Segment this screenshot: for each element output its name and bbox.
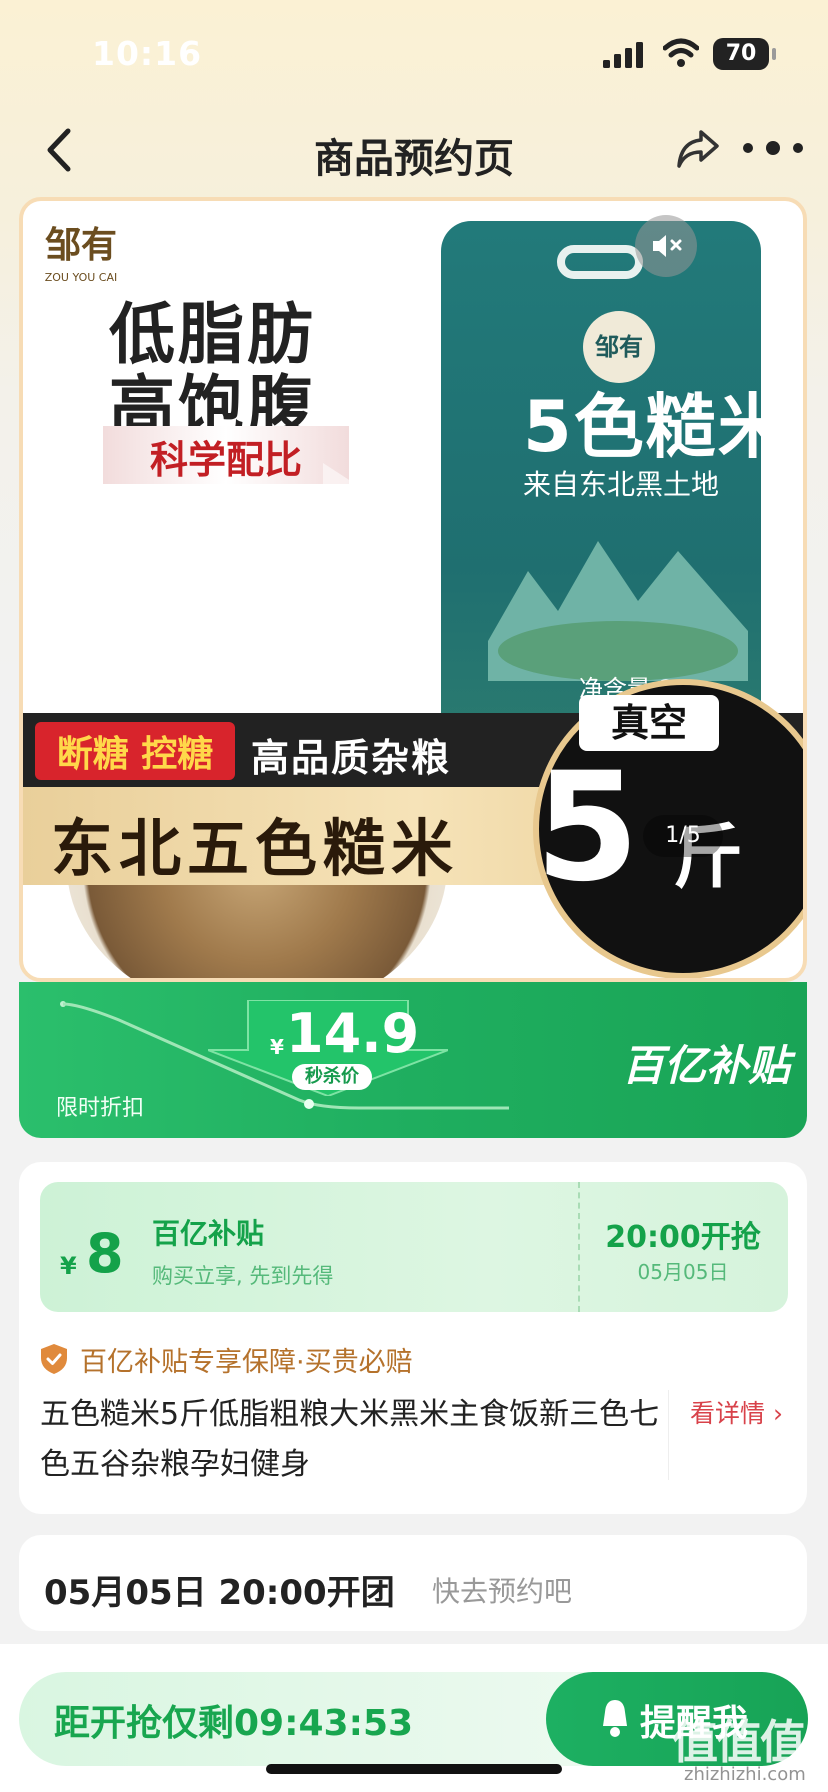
bell-icon xyxy=(603,1700,627,1737)
coupon-currency: ¥ xyxy=(60,1252,77,1280)
wifi-icon xyxy=(663,38,699,67)
coupon-start-time: 20:00开抢 xyxy=(605,1220,761,1255)
coupon-title: 百亿补贴 xyxy=(152,1217,265,1250)
countdown-text: 距开抢仅剩09:43:53 xyxy=(54,1703,414,1744)
battery-nub xyxy=(772,48,776,60)
bag-handle xyxy=(557,245,643,279)
brand-name: 邹有 xyxy=(44,225,117,266)
mountain-illustration xyxy=(488,541,748,681)
coupon-date: 05月05日 xyxy=(637,1260,729,1284)
mute-icon[interactable] xyxy=(635,215,697,277)
title-divider xyxy=(668,1390,669,1480)
status-time: 10:16 xyxy=(92,34,203,73)
weight-number: 5 xyxy=(535,741,640,915)
product-title: 五色糙米5斤低脂粗粮大米黑米主食饭新三色七色五谷杂粮孕妇健身 xyxy=(40,1397,660,1482)
bag-title: 5色糙米 xyxy=(523,386,790,468)
share-icon[interactable] xyxy=(675,126,721,172)
limited-discount-label: 限时折扣 xyxy=(56,1096,145,1121)
reserve-hint: 快去预约吧 xyxy=(432,1575,573,1608)
play-video-icon[interactable] xyxy=(323,463,397,559)
bag-subtitle: 来自东北黑土地 xyxy=(523,468,720,501)
guarantee-text: 百亿补贴专享保障·买贵必赔 xyxy=(80,1347,413,1378)
quality-grain-text: 高品质杂粮 xyxy=(251,736,452,780)
more-options-icon[interactable] xyxy=(740,133,806,163)
shield-check-icon xyxy=(41,1344,67,1374)
product-image-carousel[interactable]: 邹有 5色糙米 来自东北黑土地 净含量:2.5 邹有 ZOU YOU CAI 低… xyxy=(19,197,807,982)
product-line-text: 东北五色糙米 xyxy=(51,812,460,885)
flash-price-label: 秒杀价 xyxy=(292,1064,372,1090)
price-currency: ¥ xyxy=(270,1035,284,1059)
view-details-link[interactable]: 看详情 › xyxy=(690,1394,783,1430)
carousel-pager: 1/5 xyxy=(643,815,723,857)
subsidy-brand-logo: 百亿补贴 xyxy=(622,1041,791,1090)
group-start-time: 05月05日 20:00开团 xyxy=(44,1573,395,1613)
watermark-url: zhizhizhi.com xyxy=(684,1764,806,1785)
science-tag: 科学配比 xyxy=(149,438,302,482)
signal-icon xyxy=(603,42,643,68)
home-indicator[interactable] xyxy=(266,1764,562,1774)
watermark: 值值值 xyxy=(672,1715,806,1769)
flash-price: 14.9 xyxy=(286,1002,420,1065)
sugar-control-tag: 断糖 控糖 xyxy=(56,734,214,775)
battery-indicator: 70 xyxy=(713,38,769,70)
coupon-amount: 8 xyxy=(86,1222,124,1285)
coupon-subtitle: 购买立享, 先到先得 xyxy=(152,1264,334,1288)
